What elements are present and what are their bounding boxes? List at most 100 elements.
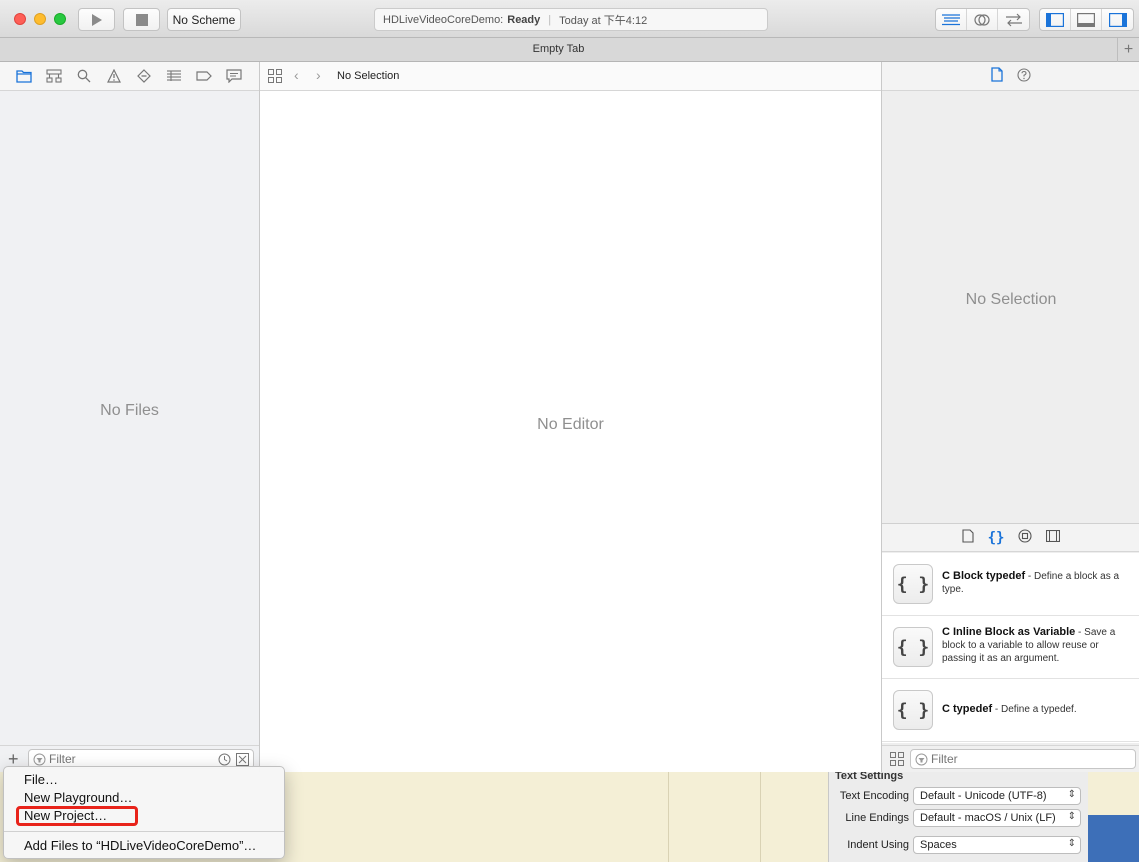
library-filter-field[interactable] (910, 749, 1136, 769)
tab-bar: Empty Tab + (0, 38, 1139, 62)
help-icon (1017, 67, 1031, 82)
warning-icon (107, 69, 121, 83)
tab-empty[interactable]: Empty Tab (0, 43, 1117, 55)
add-tab-button[interactable]: + (1117, 38, 1139, 62)
background-divider (668, 772, 669, 862)
close-window-button[interactable] (14, 13, 26, 25)
assistant-editor-button[interactable] (967, 9, 998, 30)
toggle-navigator-button[interactable] (1040, 9, 1071, 30)
related-items-grid-icon[interactable] (268, 69, 282, 83)
activity-time: Today at 下午4:12 (559, 14, 648, 27)
snippet-c-inline-block-as-variable[interactable]: { } C Inline Block as Variable - Save a … (882, 616, 1139, 679)
stop-icon (135, 13, 148, 26)
scheme-selector[interactable]: No Scheme (167, 8, 241, 31)
activity-viewer: HDLiveVideoCoreDemo: Ready | Today at 下午… (374, 8, 768, 31)
background-divider (760, 772, 761, 862)
film-icon (1046, 529, 1061, 543)
zoom-window-button[interactable] (54, 13, 66, 25)
view-toggle-segmented-control (1039, 8, 1134, 31)
text-encoding-select[interactable]: Default - Unicode (UTF-8) ⇕ (913, 787, 1081, 805)
annotation-highlight-box (16, 806, 138, 826)
bottom-panel-icon (1077, 12, 1095, 27)
utilities-panel: No Selection {} { } C Block typedef - De… (881, 62, 1139, 772)
test-navigator-tab[interactable] (136, 68, 152, 84)
scm-filter-icon[interactable] (236, 753, 249, 766)
menu-item-new-playground[interactable]: New Playground… (4, 789, 284, 807)
snippet-c-block-typedef[interactable]: { } C Block typedef - Define a block as … (882, 553, 1139, 616)
toggle-debug-area-button[interactable] (1071, 9, 1102, 30)
report-navigator-tab[interactable] (226, 68, 242, 84)
stop-button[interactable] (123, 8, 160, 31)
line-endings-row: Line Endings Default - macOS / Unix (LF)… (829, 808, 1089, 828)
chevron-left-icon[interactable]: ‹ (294, 67, 299, 83)
debug-navigator-tab[interactable] (166, 68, 182, 84)
grid-view-icon[interactable] (890, 752, 904, 766)
chevron-updown-icon: ⇕ (1067, 789, 1076, 800)
chevron-updown-icon: ⇕ (1067, 811, 1076, 822)
assistant-editor-icon (974, 13, 990, 26)
quick-help-tab[interactable] (1017, 67, 1031, 85)
snippet-c-typedef[interactable]: { } C typedef - Define a typedef. (882, 679, 1139, 742)
recent-files-icon[interactable] (218, 753, 231, 766)
no-editor-label: No Editor (537, 416, 604, 433)
file-inspector-tab[interactable] (991, 67, 1003, 85)
plus-icon: + (1123, 41, 1134, 58)
menu-separator (4, 831, 284, 832)
project-navigator-tab[interactable] (16, 68, 32, 84)
version-editor-button[interactable] (998, 9, 1029, 30)
menu-item-file[interactable]: File… (4, 771, 284, 789)
filter-icon (33, 753, 46, 766)
no-selection-label: No Selection (965, 291, 1057, 308)
run-button[interactable] (78, 8, 115, 31)
object-library-tab[interactable] (1018, 529, 1032, 546)
breakpoint-icon (196, 71, 212, 81)
library-tabs: {} (882, 523, 1139, 552)
document-icon (991, 67, 1003, 82)
find-navigator-tab[interactable] (76, 68, 92, 84)
version-editor-icon (1005, 13, 1022, 26)
speech-bubble-icon (226, 69, 242, 83)
line-endings-label: Line Endings (845, 812, 909, 824)
issue-navigator-tab[interactable] (106, 68, 122, 84)
test-diamond-icon (137, 69, 151, 83)
snippet-braces-icon: { } (893, 564, 933, 604)
search-icon (77, 69, 91, 83)
media-library-tab[interactable] (1046, 529, 1061, 545)
symbol-navigator-tab[interactable] (46, 68, 62, 84)
navigator-tabs (0, 62, 259, 91)
toggle-utilities-button[interactable] (1102, 9, 1133, 30)
xcode-window: No Scheme HDLiveVideoCoreDemo: Ready | T… (0, 0, 1139, 772)
minimize-window-button[interactable] (34, 13, 46, 25)
code-snippet-library-tab[interactable]: {} (988, 530, 1005, 546)
text-encoding-label: Text Encoding (839, 790, 909, 802)
breakpoint-navigator-tab[interactable] (196, 68, 212, 84)
standard-editor-button[interactable] (936, 9, 967, 30)
snippet-braces-icon: { } (893, 690, 933, 730)
snippet-text: C Inline Block as Variable - Save a bloc… (942, 626, 1116, 664)
debug-gauge-icon (167, 70, 181, 81)
left-panel-icon (1046, 12, 1064, 27)
line-endings-select[interactable]: Default - macOS / Unix (LF) ⇕ (913, 809, 1081, 827)
toolbar: No Scheme HDLiveVideoCoreDemo: Ready | T… (0, 0, 1139, 38)
jump-bar-selection[interactable]: No Selection (337, 70, 399, 82)
chevron-right-icon[interactable]: › (316, 67, 321, 83)
snippet-text: C typedef - Define a typedef. (942, 703, 1077, 715)
standard-editor-icon (942, 13, 960, 25)
braces-icon: {} (987, 529, 1005, 546)
editor-mode-segmented-control (935, 8, 1030, 31)
file-template-icon (962, 529, 974, 543)
folder-icon (16, 70, 32, 83)
object-library-icon (1018, 529, 1032, 543)
navigator-filter-input[interactable] (49, 752, 199, 766)
file-template-library-tab[interactable] (962, 529, 974, 546)
no-files-label: No Files (100, 402, 159, 419)
editor-area: ‹ › No Selection No Editor (260, 62, 881, 772)
code-snippet-list: { } C Block typedef - Define a block as … (882, 553, 1139, 743)
inspector-tabs (882, 62, 1139, 91)
activity-project: HDLiveVideoCoreDemo: (383, 13, 504, 26)
indent-using-select[interactable]: Spaces ⇕ (913, 836, 1081, 854)
library-filter-input[interactable] (931, 752, 1081, 766)
menu-item-add-files[interactable]: Add Files to “HDLiveVideoCoreDemo”… (4, 837, 284, 855)
activity-status: Ready (507, 13, 541, 26)
snippet-braces-icon: { } (893, 627, 933, 667)
